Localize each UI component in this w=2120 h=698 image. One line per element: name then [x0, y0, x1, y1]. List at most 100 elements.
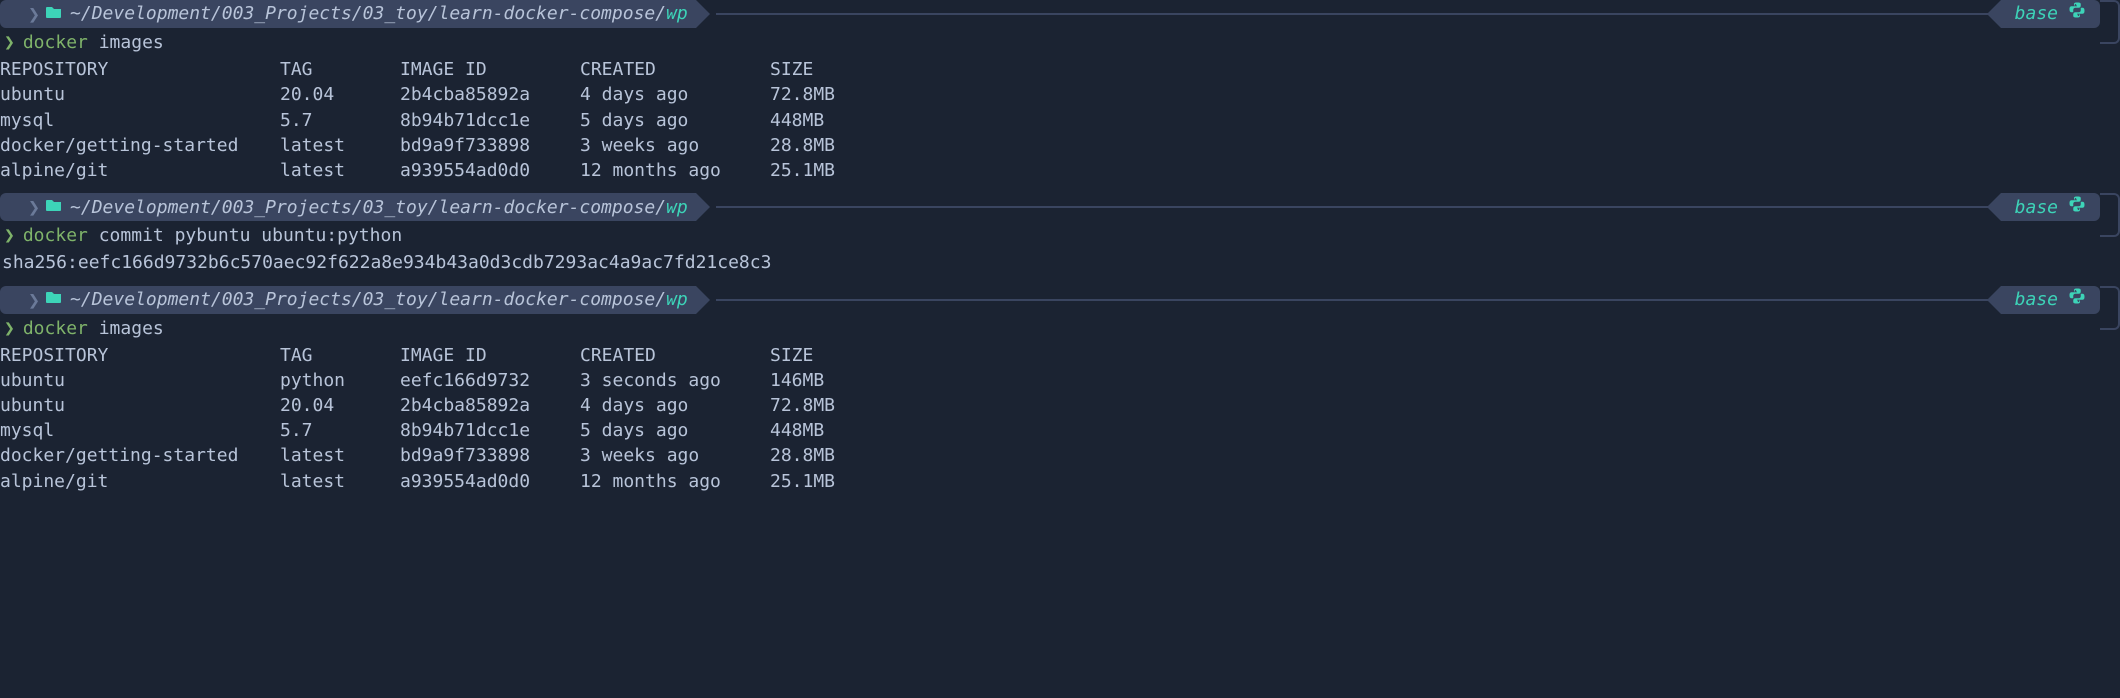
folder-icon — [46, 4, 62, 25]
prompt-left-segment: ❯ ~/Development/003_Projects/03_toy/learn… — [0, 0, 696, 28]
table-cell: 448MB — [770, 418, 865, 443]
table-cell: a939554ad0d0 — [400, 469, 580, 494]
table-cell: mysql — [0, 418, 280, 443]
prompt-hook-bottom — [2100, 314, 2120, 330]
table-cell: python — [280, 368, 400, 393]
table-cell: 25.1MB — [770, 469, 865, 494]
command-args: images — [99, 32, 164, 53]
python-icon — [2068, 195, 2086, 220]
prompt-line: ❯ ~/Development/003_Projects/03_toy/learn… — [0, 0, 2120, 28]
table-cell: alpine/git — [0, 158, 280, 183]
table-header-cell: SIZE — [770, 57, 865, 82]
prompt-path-prefix: ~/Development/003_Projects/03_toy/learn-… — [70, 287, 666, 312]
conda-env-name: base — [2015, 287, 2058, 312]
command-block: ❯ ~/Development/003_Projects/03_toy/learn… — [0, 286, 2120, 494]
table-cell: 3 weeks ago — [580, 133, 770, 158]
command-line[interactable]: ❯docker images — [0, 28, 2120, 57]
table-cell: 448MB — [770, 108, 865, 133]
table-cell: 3 weeks ago — [580, 443, 770, 468]
table-header-cell: REPOSITORY — [0, 57, 280, 82]
table-cell: latest — [280, 158, 400, 183]
chevron-right-icon: ❯ — [28, 193, 40, 221]
table-cell: latest — [280, 443, 400, 468]
table-cell: 8b94b71dcc1e — [400, 418, 580, 443]
table-cell: alpine/git — [0, 469, 280, 494]
conda-env-name: base — [2015, 1, 2058, 26]
table-header-cell: IMAGE ID — [400, 343, 580, 368]
command-output: sha256:eefc166d9732b6c570aec92f622a8e934… — [0, 250, 2120, 275]
table-cell: 146MB — [770, 368, 865, 393]
docker-images-table: REPOSITORYTAGIMAGE IDCREATEDSIZEubuntupy… — [0, 343, 865, 494]
table-cell: ubuntu — [0, 82, 280, 107]
prompt-divider — [716, 299, 2001, 301]
table-cell: 3 seconds ago — [580, 368, 770, 393]
prompt-divider — [716, 206, 2001, 208]
table-cell: 12 months ago — [580, 158, 770, 183]
table-row: docker/getting-startedlatestbd9a9f733898… — [0, 443, 865, 468]
prompt-right-segment: base — [2001, 286, 2100, 314]
table-cell: latest — [280, 469, 400, 494]
prompt-path-cwd: wp — [666, 195, 688, 220]
table-row: ubuntu20.042b4cba85892a4 days ago72.8MB — [0, 82, 865, 107]
table-cell: 4 days ago — [580, 82, 770, 107]
table-cell: docker/getting-started — [0, 443, 280, 468]
table-cell: 28.8MB — [770, 133, 865, 158]
prompt-path-prefix: ~/Development/003_Projects/03_toy/learn-… — [70, 1, 666, 26]
table-cell: 2b4cba85892a — [400, 82, 580, 107]
table-cell: 4 days ago — [580, 393, 770, 418]
command-args: images — [99, 318, 164, 339]
prompt-left-segment: ❯ ~/Development/003_Projects/03_toy/learn… — [0, 193, 696, 221]
chevron-right-icon: ❯ — [28, 286, 40, 314]
table-cell: 12 months ago — [580, 469, 770, 494]
table-cell: 25.1MB — [770, 158, 865, 183]
prompt-line: ❯ ~/Development/003_Projects/03_toy/learn… — [0, 193, 2120, 221]
table-row: ubuntupythoneefc166d97323 seconds ago146… — [0, 368, 865, 393]
table-header-cell: SIZE — [770, 343, 865, 368]
command-line[interactable]: ❯docker images — [0, 314, 2120, 343]
prompt-path-cwd: wp — [666, 287, 688, 312]
command-block: ❯ ~/Development/003_Projects/03_toy/learn… — [0, 0, 2120, 183]
chevron-right-icon: ❯ — [28, 0, 40, 28]
prompt-hook-top — [2100, 193, 2120, 221]
table-header-cell: REPOSITORY — [0, 343, 280, 368]
prompt-hook-top — [2100, 286, 2120, 314]
table-header-cell: TAG — [280, 343, 400, 368]
table-cell: a939554ad0d0 — [400, 158, 580, 183]
table-row: mysql5.78b94b71dcc1e5 days ago448MB — [0, 418, 865, 443]
table-cell: 8b94b71dcc1e — [400, 108, 580, 133]
prompt-hook-bottom — [2100, 221, 2120, 237]
prompt-path-prefix: ~/Development/003_Projects/03_toy/learn-… — [70, 195, 666, 220]
table-row: alpine/gitlatesta939554ad0d012 months ag… — [0, 158, 865, 183]
conda-env-name: base — [2015, 195, 2058, 220]
table-cell: ubuntu — [0, 368, 280, 393]
table-cell: 20.04 — [280, 82, 400, 107]
table-row: alpine/gitlatesta939554ad0d012 months ag… — [0, 469, 865, 494]
prompt-caret-icon: ❯ — [4, 318, 15, 339]
table-row: mysql5.78b94b71dcc1e5 days ago448MB — [0, 108, 865, 133]
table-cell: eefc166d9732 — [400, 368, 580, 393]
terminal-root[interactable]: ❯ ~/Development/003_Projects/03_toy/learn… — [0, 0, 2120, 494]
prompt-hook-bottom — [2100, 28, 2120, 44]
command-line[interactable]: ❯docker commit pybuntu ubuntu:python — [0, 221, 2120, 250]
table-cell: 72.8MB — [770, 82, 865, 107]
table-cell: bd9a9f733898 — [400, 133, 580, 158]
table-header-cell: IMAGE ID — [400, 57, 580, 82]
prompt-right-segment: base — [2001, 193, 2100, 221]
command-executable: docker — [23, 32, 88, 53]
prompt-line: ❯ ~/Development/003_Projects/03_toy/learn… — [0, 286, 2120, 314]
table-cell: 5 days ago — [580, 418, 770, 443]
python-icon — [2068, 1, 2086, 26]
table-cell: docker/getting-started — [0, 133, 280, 158]
command-args: commit pybuntu ubuntu:python — [99, 225, 402, 246]
table-cell: 5 days ago — [580, 108, 770, 133]
command-executable: docker — [23, 225, 88, 246]
table-cell: ubuntu — [0, 393, 280, 418]
table-cell: 72.8MB — [770, 393, 865, 418]
folder-icon — [46, 289, 62, 310]
folder-icon — [46, 197, 62, 218]
prompt-right-segment: base — [2001, 0, 2100, 28]
prompt-left-segment: ❯ ~/Development/003_Projects/03_toy/learn… — [0, 286, 696, 314]
table-header-cell: TAG — [280, 57, 400, 82]
table-header-cell: CREATED — [580, 57, 770, 82]
table-cell: 28.8MB — [770, 443, 865, 468]
